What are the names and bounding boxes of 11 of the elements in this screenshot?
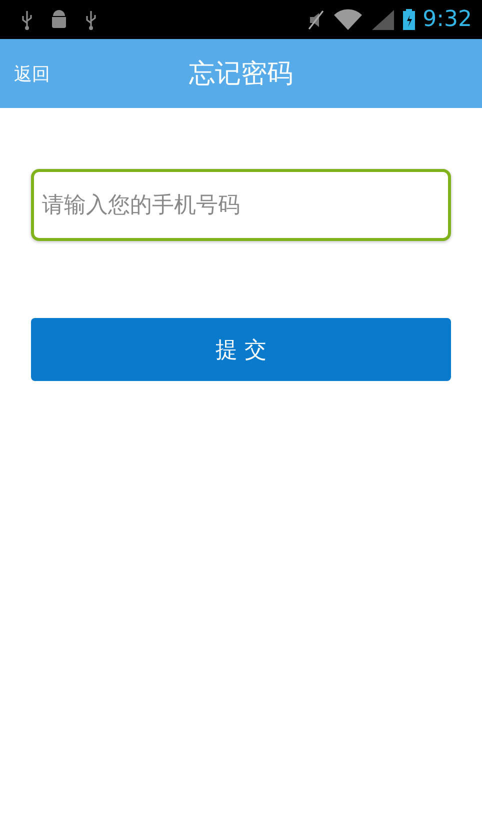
usb-icon [20,8,34,30]
page-title: 忘记密码 [189,58,293,91]
wifi-icon [332,8,363,30]
usb-icon [84,8,98,30]
signal-icon [370,8,395,30]
back-button[interactable]: 返回 [14,62,50,86]
submit-button[interactable]: 提 交 [31,318,451,381]
muted-icon [306,8,325,30]
battery-icon [402,8,415,30]
clock-time: 9:32 [422,7,472,32]
phone-input-field[interactable]: 请输入您的手机号码 [31,169,451,241]
